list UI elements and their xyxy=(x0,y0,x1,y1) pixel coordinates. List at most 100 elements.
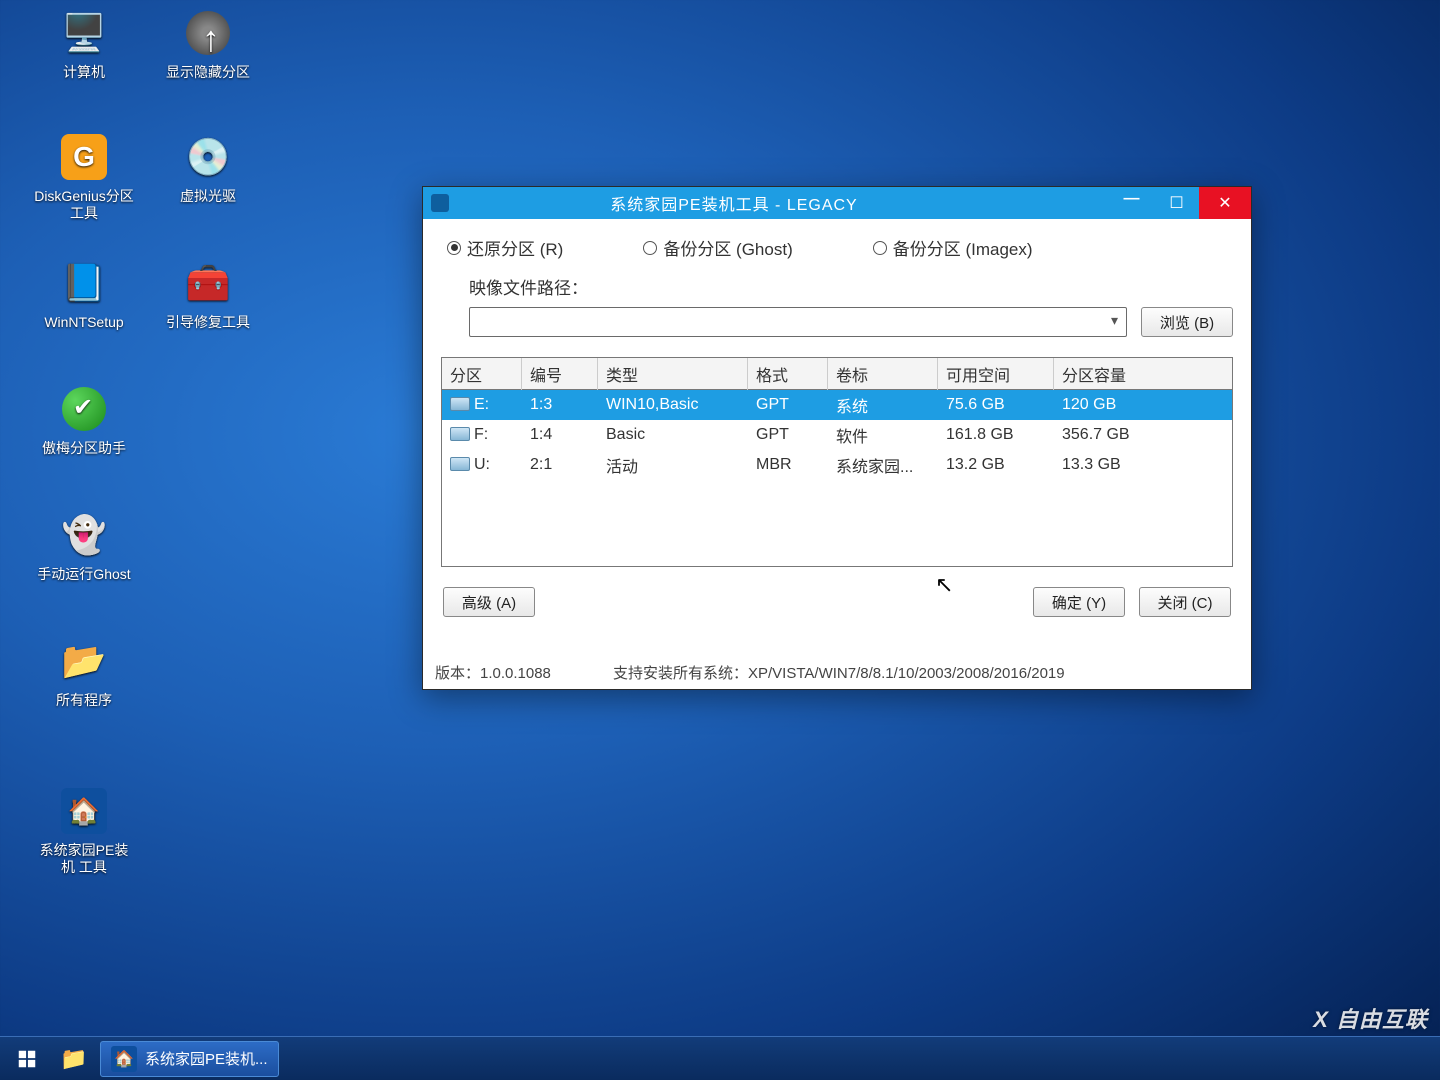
close-button[interactable]: 关闭 (C) xyxy=(1139,587,1231,617)
col-volume: 卷标 xyxy=(828,358,938,390)
drive-icon xyxy=(450,457,470,471)
desktop-icon-pe-tool[interactable]: 系统家园PE装机 工具 xyxy=(34,784,134,876)
icon-label: 手动运行Ghost xyxy=(34,566,134,583)
table-row[interactable]: U: 2:1 活动 MBR 系统家园... 13.2 GB 13.3 GB xyxy=(442,450,1232,480)
taskbar-app-pe-tool[interactable]: 系统家园PE装机... xyxy=(100,1041,279,1077)
window-title: 系统家园PE装机工具 - LEGACY xyxy=(449,191,1109,215)
advanced-button[interactable]: 高级 (A) xyxy=(443,587,535,617)
cell-free: 161.8 GB xyxy=(938,423,1054,447)
monitor-icon xyxy=(57,6,111,60)
version-text: 版本：1.0.0.1088 xyxy=(435,662,551,683)
desktop-icon-aomei[interactable]: 傲梅分区助手 xyxy=(34,382,134,457)
window-client: 还原分区 (R) 备份分区 (Ghost) 备份分区 (Imagex) 映像文件… xyxy=(423,219,1251,617)
icon-label: WinNTSetup xyxy=(34,314,134,331)
cell-format: GPT xyxy=(748,393,828,417)
pe-installer-window: 系统家园PE装机工具 - LEGACY — ☐ ✕ 还原分区 (R) 备份分区 … xyxy=(422,186,1252,690)
radio-backup-imagex[interactable]: 备份分区 (Imagex) xyxy=(873,235,1033,260)
browse-button[interactable]: 浏览 (B) xyxy=(1141,307,1233,337)
icon-label: 显示隐藏分区 xyxy=(158,64,258,81)
radio-dot-icon xyxy=(643,241,657,255)
close-button[interactable]: ✕ xyxy=(1199,187,1251,219)
cell-number: 1:4 xyxy=(522,423,598,447)
icon-label: 傲梅分区助手 xyxy=(34,440,134,457)
radio-label: 备份分区 (Imagex) xyxy=(893,235,1033,260)
cell-volume: 系统家园... xyxy=(828,450,938,480)
cell-volume: 系统 xyxy=(828,390,938,420)
app-icon xyxy=(431,194,449,212)
taskbar-explorer-icon[interactable] xyxy=(54,1041,94,1077)
ghost-icon xyxy=(57,508,111,562)
desktop-icon-ghost[interactable]: 手动运行Ghost xyxy=(34,508,134,583)
icon-label: 所有程序 xyxy=(34,692,134,709)
cell-volume: 软件 xyxy=(828,420,938,450)
check-icon xyxy=(57,382,111,436)
table-row[interactable]: F: 1:4 Basic GPT 软件 161.8 GB 356.7 GB xyxy=(442,420,1232,450)
desktop-icon-all-programs[interactable]: 所有程序 xyxy=(34,634,134,709)
radio-label: 还原分区 (R) xyxy=(467,235,563,260)
cell-partition: F: xyxy=(442,423,522,447)
cell-size: 356.7 GB xyxy=(1054,423,1174,447)
titlebar[interactable]: 系统家园PE装机工具 - LEGACY — ☐ ✕ xyxy=(423,187,1251,219)
image-path-label: 映像文件路径： xyxy=(469,274,588,299)
button-row: 高级 (A) 确定 (Y) 关闭 (C) xyxy=(441,587,1233,617)
col-format: 格式 xyxy=(748,358,828,390)
taskbar: 系统家园PE装机... xyxy=(0,1036,1440,1080)
cell-partition: U: xyxy=(442,453,522,477)
toolbox-icon xyxy=(181,256,235,310)
minimize-button[interactable]: — xyxy=(1109,187,1154,219)
desktop-icon-boot-repair[interactable]: 引导修复工具 xyxy=(158,256,258,331)
image-path-combo[interactable] xyxy=(469,307,1127,337)
cell-free: 75.6 GB xyxy=(938,393,1054,417)
folder-icon xyxy=(57,634,111,688)
support-text: 支持安装所有系统：XP/VISTA/WIN7/8/8.1/10/2003/200… xyxy=(613,662,1251,683)
windows-icon xyxy=(16,1048,38,1070)
cell-partition: E: xyxy=(442,393,522,417)
desktop-icon-show-hidden[interactable]: 显示隐藏分区 xyxy=(158,6,258,81)
table-row[interactable]: E: 1:3 WIN10,Basic GPT 系统 75.6 GB 120 GB xyxy=(442,390,1232,420)
cell-size: 120 GB xyxy=(1054,393,1174,417)
image-path-label-row: 映像文件路径： xyxy=(441,274,1233,299)
table-header: 分区 编号 类型 格式 卷标 可用空间 分区容量 xyxy=(442,358,1232,390)
desktop-icon-virtual-cd[interactable]: 虚拟光驱 xyxy=(158,130,258,205)
mode-radios: 还原分区 (R) 备份分区 (Ghost) 备份分区 (Imagex) xyxy=(441,235,1233,260)
desktop-icon-diskgenius[interactable]: G DiskGenius分区工具 xyxy=(34,130,134,222)
cd-icon xyxy=(181,130,235,184)
icon-label: 虚拟光驱 xyxy=(158,188,258,205)
cell-format: MBR xyxy=(748,453,828,477)
col-type: 类型 xyxy=(598,358,748,390)
drive-icon xyxy=(450,427,470,441)
show-hidden-icon xyxy=(181,6,235,60)
col-size: 分区容量 xyxy=(1054,358,1174,390)
cell-type: Basic xyxy=(598,423,748,447)
radio-dot-icon xyxy=(447,241,461,255)
cell-format: GPT xyxy=(748,423,828,447)
radio-dot-icon xyxy=(873,241,887,255)
col-free: 可用空间 xyxy=(938,358,1054,390)
radio-backup-ghost[interactable]: 备份分区 (Ghost) xyxy=(643,235,792,260)
window-controls: — ☐ ✕ xyxy=(1109,187,1251,219)
cell-size: 13.3 GB xyxy=(1054,453,1174,477)
desktop-icon-winntsetup[interactable]: WinNTSetup xyxy=(34,256,134,331)
col-partition: 分区 xyxy=(442,358,522,390)
icon-label: DiskGenius分区工具 xyxy=(34,188,134,222)
harddisk-icon xyxy=(57,256,111,310)
house-icon xyxy=(111,1046,137,1072)
radio-restore[interactable]: 还原分区 (R) xyxy=(447,235,563,260)
cell-number: 2:1 xyxy=(522,453,598,477)
icon-label: 引导修复工具 xyxy=(158,314,258,331)
house-icon xyxy=(57,784,111,838)
partition-table: 分区 编号 类型 格式 卷标 可用空间 分区容量 E: 1:3 WIN10,Ba… xyxy=(441,357,1233,567)
diskgenius-icon: G xyxy=(57,130,111,184)
desktop-icon-computer[interactable]: 计算机 xyxy=(34,6,134,81)
cell-type: WIN10,Basic xyxy=(598,393,748,417)
start-button[interactable] xyxy=(0,1037,54,1080)
maximize-button[interactable]: ☐ xyxy=(1154,187,1199,219)
taskbar-app-label: 系统家园PE装机... xyxy=(145,1048,268,1069)
cell-number: 1:3 xyxy=(522,393,598,417)
radio-label: 备份分区 (Ghost) xyxy=(663,235,792,260)
ok-button[interactable]: 确定 (Y) xyxy=(1033,587,1125,617)
icon-label: 计算机 xyxy=(34,64,134,81)
image-path-row: 浏览 (B) xyxy=(441,307,1233,337)
cell-type: 活动 xyxy=(598,450,748,480)
icon-label: 系统家园PE装机 工具 xyxy=(34,842,134,876)
